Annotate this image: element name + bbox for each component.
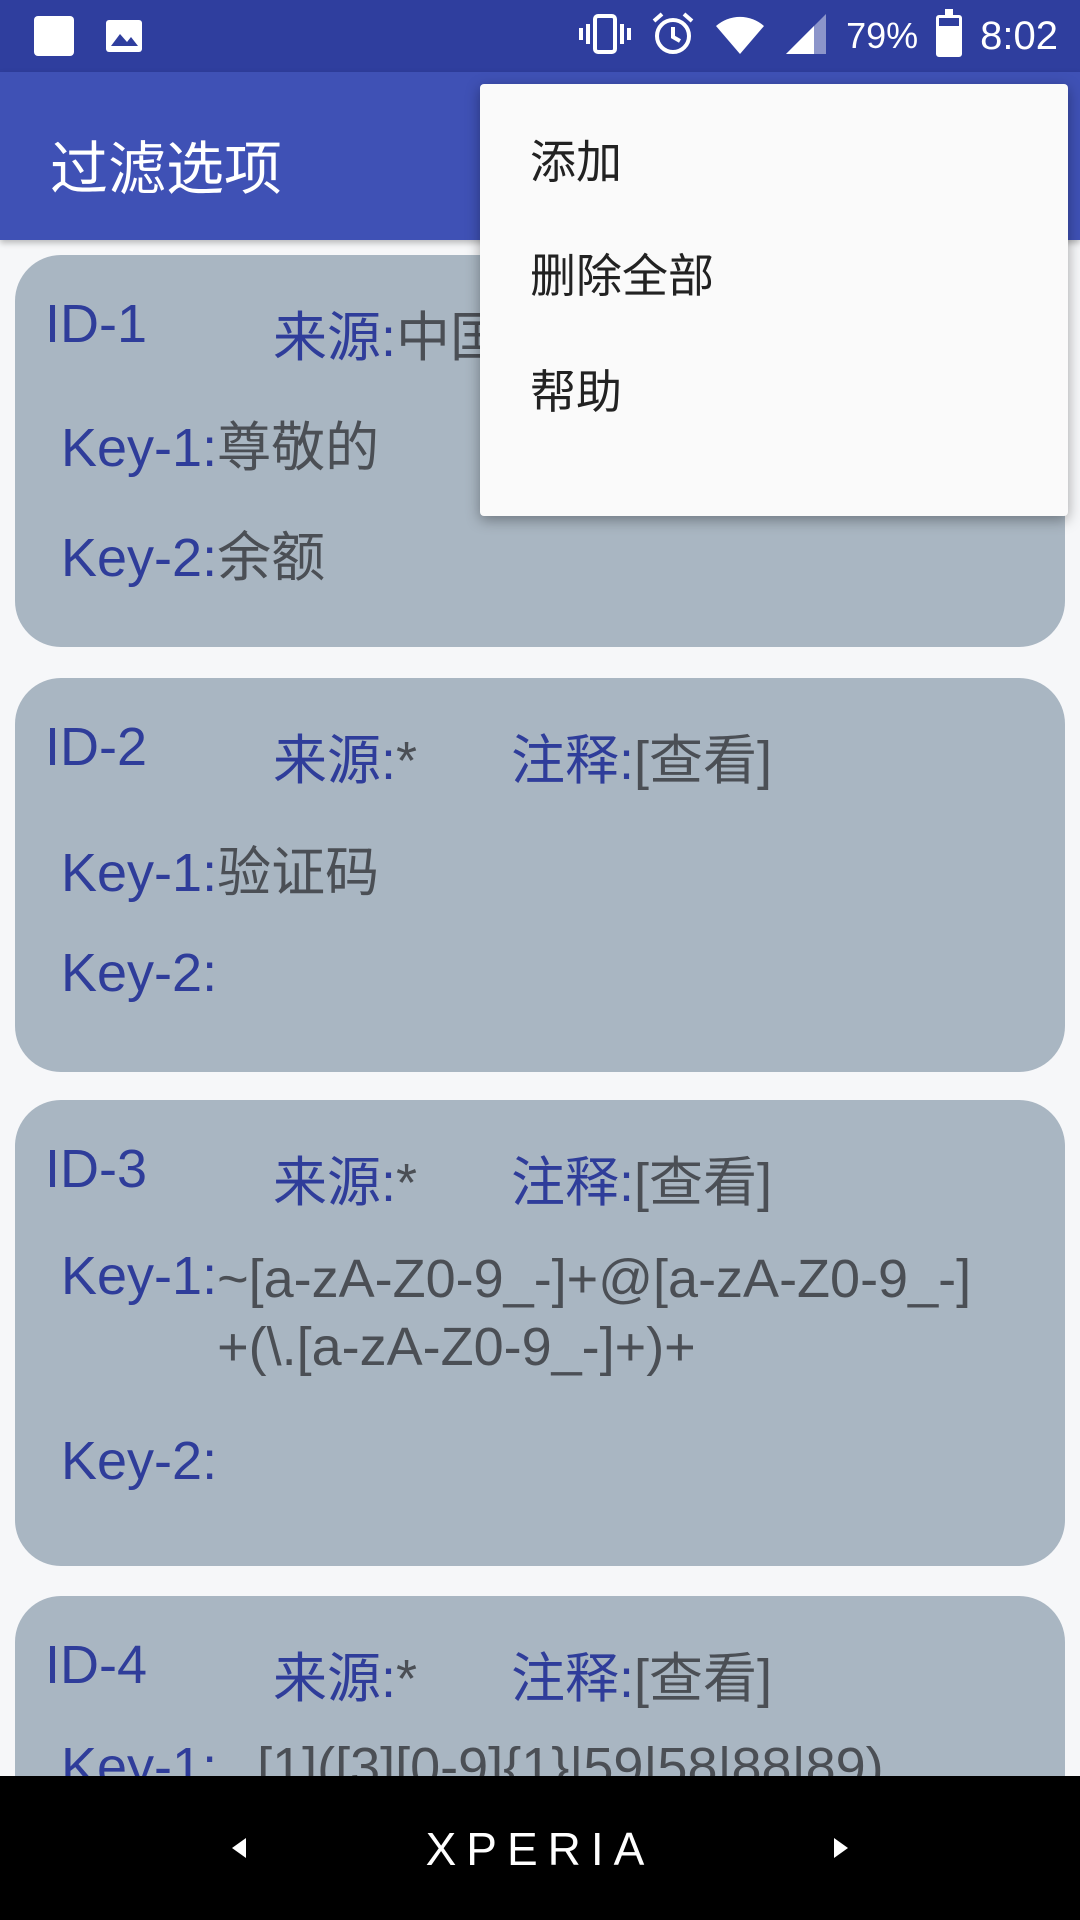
forward-arrow-icon[interactable]: [834, 1838, 848, 1858]
card-source: 来源:*: [273, 731, 418, 791]
card-id: ID-3: [45, 1139, 148, 1199]
card-key1: Key-1:尊敬的: [61, 418, 380, 478]
view-note-link[interactable]: [查看]: [634, 1649, 772, 1709]
card-key2: Key-2:余额: [61, 528, 326, 588]
card-id: ID-4: [45, 1635, 148, 1695]
menu-item-add[interactable]: 添加: [530, 126, 622, 192]
card-note[interactable]: 注释:[查看]: [511, 1138, 772, 1217]
card-key1: Key-1:验证码: [61, 843, 380, 903]
card-key1: Key-1: ~[a-zA-Z0-9_-]+@[a-zA-Z0-9_-]+(\.[…: [61, 1246, 972, 1377]
page-title: 过滤选项: [50, 137, 283, 202]
alarm-icon: [650, 11, 696, 61]
overflow-menu: 添加 删除全部 帮助: [480, 84, 1068, 516]
card-key1: Key-1: [1]([3][0-9]{1}|59|58|88|89): [61, 1737, 884, 1776]
card-key2: Key-2:: [61, 1431, 218, 1491]
card-source: 来源:*: [273, 1153, 418, 1213]
brand-logo: XPERIA: [425, 1823, 655, 1875]
card-note[interactable]: 注释:[查看]: [511, 1634, 772, 1713]
image-icon: [104, 16, 144, 56]
card-source: 来源:中国: [273, 308, 505, 368]
card-id: ID-1: [45, 294, 148, 354]
view-note-link[interactable]: [查看]: [634, 1153, 772, 1213]
vibrate-icon: [578, 12, 632, 60]
filter-card[interactable]: ID-4 来源:* 注释:[查看] Key-1: [1]([3][0-9]{1}|…: [15, 1596, 1065, 1776]
notification-square-icon: [34, 16, 74, 56]
menu-item-help[interactable]: 帮助: [530, 356, 622, 422]
card-key2: Key-2:: [61, 943, 218, 1003]
status-bar: 79% 8:02: [0, 0, 1080, 72]
navigation-bar: XPERIA: [0, 1776, 1080, 1920]
clock: 8:02: [980, 13, 1058, 58]
filter-card[interactable]: ID-3 来源:* 注释:[查看] Key-1: ~[a-zA-Z0-9_-]+@…: [15, 1100, 1065, 1566]
card-id: ID-2: [45, 717, 148, 777]
cell-signal-icon: [784, 12, 828, 60]
filter-card[interactable]: ID-2 来源:* 注释:[查看] Key-1:验证码 Key-2:: [15, 678, 1065, 1072]
card-source: 来源:*: [273, 1649, 418, 1709]
battery-percent: 79%: [846, 15, 919, 56]
view-note-link[interactable]: [查看]: [634, 731, 772, 791]
battery-icon: [936, 9, 963, 57]
wifi-icon: [714, 12, 766, 60]
card-note[interactable]: 注释:[查看]: [511, 716, 772, 795]
menu-item-delete-all[interactable]: 删除全部: [530, 240, 714, 306]
